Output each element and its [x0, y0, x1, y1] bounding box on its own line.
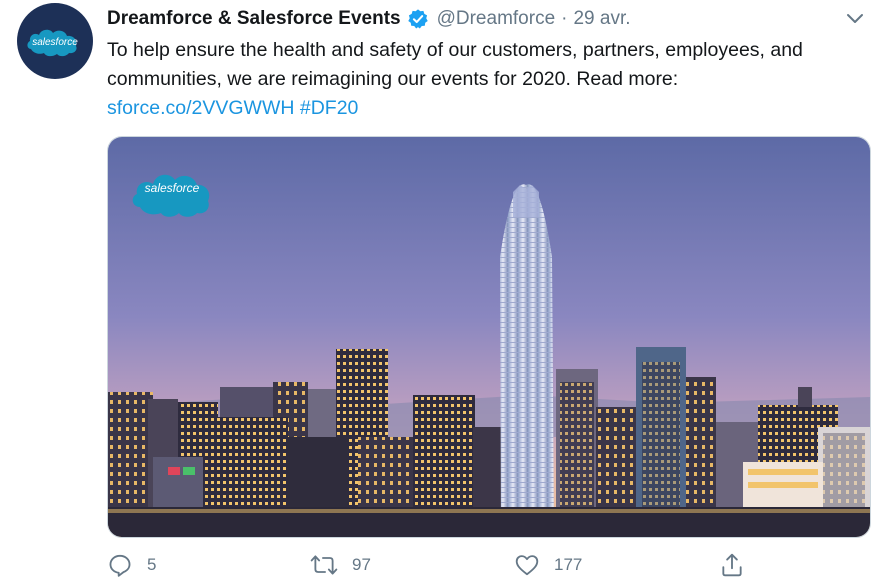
reply-count: 5 — [147, 555, 157, 574]
heart-icon — [514, 552, 540, 578]
tweet-card[interactable]: salesforce Dreamforce & Salesforce Event… — [0, 0, 879, 580]
share-button[interactable] — [719, 550, 745, 580]
tweet-media-image[interactable]: salesforce — [107, 136, 871, 538]
reply-button[interactable]: 5 — [107, 550, 156, 580]
tweet-action-bar: 5 97 177 — [107, 550, 867, 580]
author-display-name[interactable]: Dreamforce & Salesforce Events — [107, 8, 401, 30]
verified-badge-icon — [407, 8, 429, 30]
tweet-body-text: To help ensure the health and safety of … — [107, 39, 803, 90]
tweet-text: To help ensure the health and safety of … — [107, 36, 867, 123]
chevron-down-icon[interactable] — [845, 8, 865, 28]
author-handle[interactable]: @Dreamforce — [437, 8, 556, 30]
retweet-button[interactable]: 97 — [310, 550, 371, 580]
tweet-date[interactable]: 29 avr. — [573, 8, 630, 30]
reply-icon — [107, 552, 133, 578]
like-count: 177 — [554, 555, 583, 574]
like-button[interactable]: 177 — [514, 550, 582, 580]
tweet-link[interactable]: sforce.co/2VVGWWH — [107, 97, 294, 119]
header-separator: · — [561, 8, 568, 29]
tweet-hashtag[interactable]: #DF20 — [300, 97, 359, 119]
tweet-header: Dreamforce & Salesforce Events @Dreamfor… — [107, 6, 631, 32]
retweet-count: 97 — [352, 555, 371, 574]
share-icon — [719, 552, 745, 578]
author-avatar[interactable]: salesforce — [17, 3, 93, 79]
media-salesforce-logo: salesforce — [132, 174, 210, 217]
retweet-icon — [310, 552, 338, 578]
avatar-logo-text: salesforce — [32, 37, 78, 48]
media-logo-text: salesforce — [145, 181, 200, 195]
